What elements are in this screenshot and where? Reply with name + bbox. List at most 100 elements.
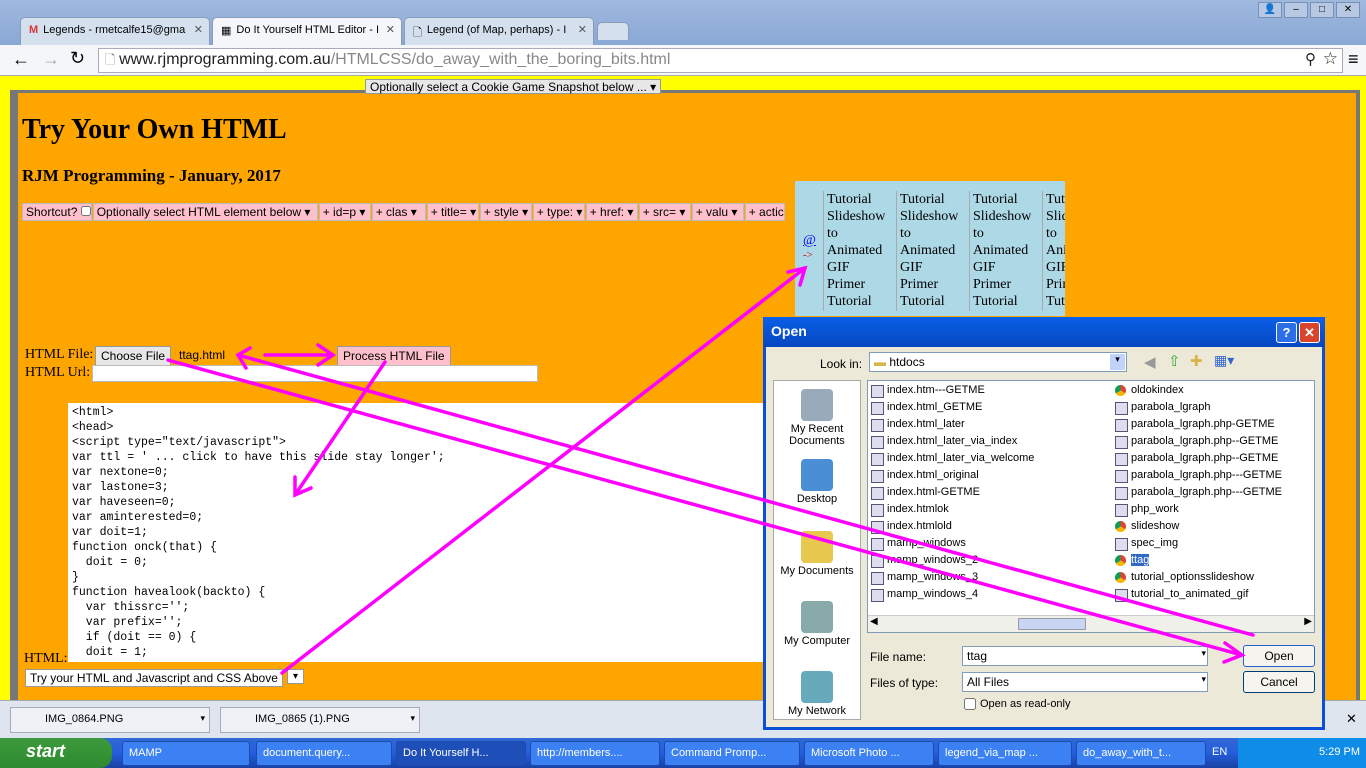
file-item[interactable]: index.htmlold	[870, 518, 952, 535]
file-item[interactable]: index.htmlok	[870, 501, 949, 518]
file-item[interactable]: slideshow	[1114, 518, 1179, 535]
view-menu-icon[interactable]: ▦▾	[1214, 352, 1234, 369]
scroll-right-icon[interactable]: ▶	[1304, 616, 1312, 627]
star-icon[interactable]: ☆	[1323, 49, 1338, 69]
taskbar-item[interactable]: MAMP	[122, 741, 250, 766]
file-item[interactable]: oldokindex	[1114, 382, 1184, 399]
back-icon[interactable]: ◀	[1144, 353, 1156, 371]
file-item[interactable]: index.html_original	[870, 467, 979, 484]
file-item[interactable]: tutorial_to_animated_gif	[1114, 586, 1248, 603]
scrollbar-thumb[interactable]	[1018, 618, 1086, 630]
taskbar-item[interactable]: Microsoft Photo ...	[804, 741, 934, 766]
place-desktop[interactable]: Desktop	[774, 459, 860, 505]
title-select[interactable]: + title= ▾	[426, 203, 479, 221]
look-in-select[interactable]: ▬ htdocs ▾	[869, 352, 1127, 372]
file-item[interactable]: php_work	[1114, 501, 1179, 518]
file-item[interactable]: parabola_lgraph.php---GETME	[1114, 484, 1282, 501]
minimize-icon[interactable]: –	[1284, 2, 1308, 18]
file-item[interactable]: mamp_windows_2	[870, 552, 978, 569]
tab-legend[interactable]: 🗋 Legend (of Map, perhaps) - I ✕	[404, 17, 594, 45]
tab-html-editor[interactable]: ▦ Do It Yourself HTML Editor - I ✕	[212, 17, 402, 45]
open-button[interactable]: Open	[1243, 645, 1315, 667]
taskbar-item[interactable]: Do It Yourself H...	[396, 741, 526, 766]
scroll-left-icon[interactable]: ◀	[870, 616, 878, 627]
action-select[interactable]: + actic	[744, 203, 785, 221]
taskbar-item[interactable]: document.query...	[256, 741, 392, 766]
close-icon[interactable]: ✕	[1299, 322, 1320, 343]
element-select[interactable]: Optionally select HTML element below ▾	[92, 203, 318, 221]
html-url-input[interactable]	[92, 365, 538, 382]
close-icon[interactable]: ✕	[1346, 711, 1357, 727]
class-select[interactable]: + clas ▾	[371, 203, 426, 221]
file-item[interactable]: ttag	[1114, 552, 1150, 569]
menu-icon[interactable]: ≡	[1348, 49, 1359, 70]
read-only-checkbox[interactable]	[964, 698, 976, 710]
file-item[interactable]: index.html_later	[870, 416, 965, 433]
file-item[interactable]: parabola_lgraph.php--GETME	[1114, 450, 1278, 467]
file-name-input[interactable]: ttag ▾	[962, 646, 1208, 666]
taskbar-item[interactable]: do_away_with_t...	[1076, 741, 1206, 766]
slide-image[interactable]: Tutorial Slideshow to Animated GIF Prime…	[969, 191, 1031, 311]
back-icon[interactable]: ←	[12, 49, 30, 70]
file-item[interactable]: mamp_windows_3	[870, 569, 978, 586]
up-folder-icon[interactable]: ⇧	[1168, 352, 1181, 370]
html-code-textarea[interactable]: <html> <head> <script type="text/javascr…	[68, 403, 765, 662]
try-html-select[interactable]: Try your HTML and Javascript and CSS Abo…	[25, 669, 283, 687]
file-item[interactable]: index.html-GETME	[870, 484, 980, 501]
download-item[interactable]: IMG_0864.PNG ▾	[10, 707, 210, 733]
type-select[interactable]: + type: ▾	[532, 203, 585, 221]
file-item[interactable]: tutorial_optionsslideshow	[1114, 569, 1254, 586]
file-item[interactable]: index.html_later_via_index	[870, 433, 1017, 450]
close-icon[interactable]: ✕	[1336, 2, 1360, 18]
id-select[interactable]: + id=p ▾	[318, 203, 371, 221]
style-select[interactable]: + style ▾	[479, 203, 532, 221]
try-dropdown-arrow[interactable]: ▾	[287, 669, 305, 684]
file-item[interactable]: parabola_lgraph.php--GETME	[1114, 433, 1278, 450]
start-button[interactable]: start	[0, 738, 112, 768]
place-recent[interactable]: My Recent Documents	[774, 389, 860, 447]
reload-icon[interactable]: ↻	[70, 48, 85, 69]
slide-image[interactable]: Tutorial Slideshow to Animated GIF Prime…	[823, 191, 885, 311]
language-indicator[interactable]: EN	[1212, 746, 1227, 758]
horizontal-scrollbar[interactable]: ◀ ▶	[868, 615, 1314, 632]
tab-gmail[interactable]: M Legends - rmetcalfe15@gma ✕	[20, 17, 210, 45]
read-only-option[interactable]: Open as read-only	[964, 698, 1071, 710]
cookie-snapshot-select[interactable]: Optionally select a Cookie Game Snapshot…	[365, 79, 662, 94]
file-item[interactable]: parabola_lgraph	[1114, 399, 1211, 416]
file-item[interactable]: mamp_windows_4	[870, 586, 978, 603]
maximize-icon[interactable]: □	[1310, 2, 1334, 18]
taskbar-item[interactable]: Command Promp...	[664, 741, 800, 766]
slide-image[interactable]: Tutorial Slideshow to Animated GIF Prime…	[1042, 191, 1065, 311]
value-select[interactable]: + valu ▾	[691, 203, 744, 221]
href-select[interactable]: + href: ▾	[585, 203, 638, 221]
cancel-button[interactable]: Cancel	[1243, 671, 1315, 693]
at-link[interactable]: @	[803, 233, 816, 249]
close-tab-icon[interactable]: ✕	[578, 23, 587, 36]
taskbar-item[interactable]: legend_via_map ...	[938, 741, 1072, 766]
chevron-down-icon[interactable]: ▾	[410, 713, 415, 724]
files-of-type-select[interactable]: All Files ▾	[962, 672, 1208, 692]
src-select[interactable]: + src= ▾	[638, 203, 691, 221]
new-tab-button[interactable]	[597, 22, 629, 40]
place-network[interactable]: My Network	[774, 671, 860, 717]
place-computer[interactable]: My Computer	[774, 601, 860, 647]
file-item[interactable]: index.htm---GETME	[870, 382, 985, 399]
close-tab-icon[interactable]: ✕	[386, 23, 395, 36]
file-item[interactable]: mamp_windows	[870, 535, 966, 552]
file-item[interactable]: parabola_lgraph.php-GETME	[1114, 416, 1275, 433]
file-item[interactable]: index.html_GETME	[870, 399, 982, 416]
choose-file-button[interactable]: Choose File	[95, 346, 172, 366]
slide-image[interactable]: Tutorial Slideshow to Animated GIF Prime…	[896, 191, 958, 311]
place-documents[interactable]: My Documents	[774, 531, 860, 577]
shortcut-checkbox[interactable]	[80, 206, 91, 216]
process-html-file-button[interactable]: Process HTML File	[337, 346, 451, 366]
download-item[interactable]: IMG_0865 (1).PNG ▾	[220, 707, 420, 733]
user-icon[interactable]: 👤	[1258, 2, 1282, 18]
taskbar-item[interactable]: http://members....	[530, 741, 660, 766]
search-icon[interactable]: ⚲	[1305, 50, 1316, 68]
chevron-down-icon[interactable]: ▾	[200, 713, 205, 724]
address-bar[interactable]: 🗋 www.rjmprogramming.com.au/HTMLCSS/do_a…	[98, 48, 1343, 73]
file-item[interactable]: index.html_later_via_welcome	[870, 450, 1034, 467]
file-item[interactable]: spec_img	[1114, 535, 1178, 552]
new-folder-icon[interactable]: ✚	[1190, 352, 1203, 370]
